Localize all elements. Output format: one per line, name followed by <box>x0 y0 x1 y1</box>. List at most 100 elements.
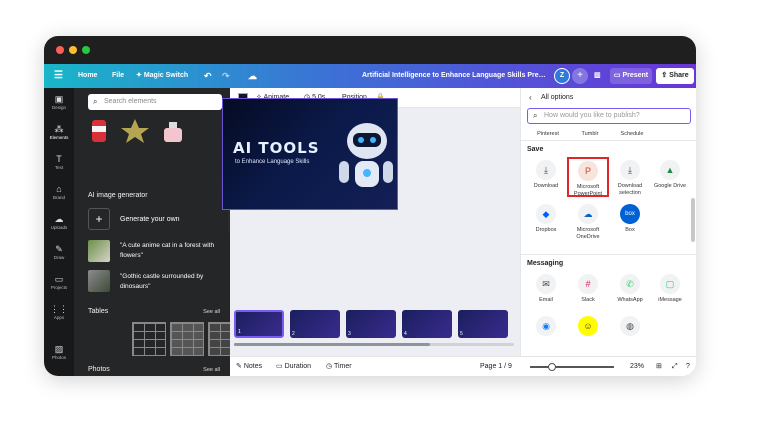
table-thumbnail[interactable] <box>132 322 166 356</box>
download-option[interactable]: ⤓ Download <box>525 160 567 190</box>
file-menu[interactable]: File <box>112 64 124 88</box>
tumblr-option[interactable]: Tumblr <box>569 128 611 138</box>
sticker-soda-can[interactable] <box>82 118 116 144</box>
redo-icon[interactable]: ↷ <box>222 64 230 88</box>
timer-icon: ◷ <box>326 363 334 370</box>
thumbnail-scrollbar[interactable] <box>234 343 514 346</box>
google-drive-option[interactable]: ▲ Google Drive <box>649 160 691 190</box>
slide-canvas[interactable]: AI TOOLS to Enhance Language Skills <box>222 98 398 210</box>
photos-see-all-link[interactable]: See all <box>203 367 220 373</box>
generate-plus-button[interactable]: + <box>88 208 110 230</box>
search-elements-input[interactable]: ⌕ Search elements <box>88 94 222 110</box>
fullscreen-icon[interactable]: ⤢ <box>672 357 678 376</box>
tables-see-all-link[interactable]: See all <box>203 309 220 315</box>
publish-search-placeholder: How would you like to publish? <box>544 112 640 119</box>
option-label: Pinterest <box>537 131 559 137</box>
publish-scrollbar[interactable] <box>691 198 695 242</box>
slide-thumbnail[interactable]: 1 <box>234 310 284 338</box>
more-messaging-option[interactable]: ◍ <box>609 316 651 336</box>
sticker-star[interactable] <box>118 118 152 144</box>
present-button[interactable]: ▭ Present <box>610 68 652 84</box>
schedule-option[interactable]: Schedule <box>611 128 653 138</box>
back-icon[interactable]: ‹ <box>529 93 532 102</box>
option-label: Email <box>539 297 553 303</box>
rail-apps[interactable]: ⋮⋮ Apps <box>44 304 74 320</box>
onedrive-option[interactable]: ☁ Microsoft OneDrive <box>567 204 609 241</box>
slide-thumbnail[interactable]: 4 <box>402 310 452 338</box>
minimize-window-button[interactable] <box>69 46 77 54</box>
divider <box>521 254 696 255</box>
whatsapp-option[interactable]: ✆ WhatsApp <box>609 274 651 304</box>
menu-icon[interactable]: ☰ <box>54 64 63 88</box>
share-button[interactable]: ⇪ Share <box>656 68 694 84</box>
snapchat-option[interactable]: ☺ <box>567 316 609 336</box>
zoom-slider-handle[interactable] <box>548 363 556 371</box>
imessage-option[interactable]: ▢ iMessage <box>649 274 691 304</box>
slide-title[interactable]: AI TOOLS <box>233 139 320 157</box>
maximize-window-button[interactable] <box>82 46 90 54</box>
undo-icon[interactable]: ↶ <box>204 64 212 88</box>
slack-option[interactable]: # Slack <box>567 274 609 304</box>
help-icon[interactable]: ? <box>686 357 690 376</box>
rail-elements[interactable]: ⁂ Elements <box>44 124 74 140</box>
cloud-save-icon[interactable]: ☁ <box>248 64 257 88</box>
rail-label: Design <box>51 105 66 110</box>
slide-thumbnail[interactable]: 5 <box>458 310 508 338</box>
folder-icon: ▭ <box>54 274 64 284</box>
email-option[interactable]: ✉ Email <box>525 274 567 304</box>
ai-prompt-castle[interactable]: "Gothic castle surrounded by dinosaurs" <box>120 272 224 292</box>
rail-uploads[interactable]: ☁ Uploads <box>44 214 74 230</box>
option-label: Google Drive <box>653 183 687 189</box>
snapchat-icon: ☺ <box>578 316 598 336</box>
rail-draw[interactable]: ✎ Draw <box>44 244 74 260</box>
add-collaborator-button[interactable]: + <box>572 68 588 84</box>
magic-switch-button[interactable]: ✦ Magic Switch <box>136 64 188 88</box>
rail-text[interactable]: T Text <box>44 154 74 170</box>
publish-panel: ‹ All options ⌕ How would you like to pu… <box>520 88 696 356</box>
notes-button[interactable]: ✎ Notes <box>236 357 262 376</box>
pinterest-option[interactable]: Pinterest <box>527 128 569 138</box>
duration-label: Duration <box>284 363 312 370</box>
sticker-perfume[interactable] <box>156 118 190 144</box>
publish-search-input[interactable]: ⌕ How would you like to publish? <box>527 108 691 124</box>
bottom-bar: ✎ Notes ▭ Duration ◷ Timer Page 1 / 9 23… <box>230 356 696 376</box>
table-thumbnail[interactable] <box>170 322 204 356</box>
elements-panel: ⌕ Search elements AI image generator + G… <box>74 88 242 376</box>
close-window-button[interactable] <box>56 46 64 54</box>
onedrive-icon: ☁ <box>578 204 598 224</box>
document-title[interactable]: Artificial Intelligence to Enhance Langu… <box>362 64 548 88</box>
zoom-level[interactable]: 23% <box>630 357 644 376</box>
chat-icon: ◍ <box>620 316 640 336</box>
duration-toggle[interactable]: ▭ Duration <box>276 357 311 376</box>
slide-thumbnail[interactable]: 2 <box>290 310 340 338</box>
shapes-icon: ⁂ <box>54 124 64 134</box>
grid-view-icon[interactable]: ⊞ <box>656 357 662 376</box>
slide-subtitle[interactable]: to Enhance Language Skills <box>235 159 309 165</box>
upload-icon: ☁ <box>54 214 64 224</box>
zoom-slider[interactable] <box>530 366 614 368</box>
home-button[interactable]: Home <box>78 64 97 88</box>
ai-sample-cat-thumbnail[interactable] <box>88 240 110 262</box>
download-selection-option[interactable]: ⤓ Download selection <box>609 160 651 197</box>
magic-icon: ✦ <box>136 72 144 79</box>
rail-brand[interactable]: ⌂ Brand <box>44 184 74 200</box>
page-indicator[interactable]: Page 1 / 9 <box>480 357 512 376</box>
box-option[interactable]: box Box <box>609 204 651 234</box>
slide-thumbnail[interactable]: 3 <box>346 310 396 338</box>
ai-prompt-cat[interactable]: "A cute anime cat in a forest with flowe… <box>120 241 224 261</box>
rail-projects[interactable]: ▭ Projects <box>44 274 74 290</box>
brand-icon: ⌂ <box>56 184 62 194</box>
generate-your-own[interactable]: Generate your own <box>120 216 180 223</box>
avatar[interactable]: Z <box>554 68 570 84</box>
rail-label: Text <box>54 165 64 170</box>
robot-illustration <box>339 123 393 187</box>
timer-button[interactable]: ◷ Timer <box>326 357 352 376</box>
rail-photos[interactable]: ▨ Photos <box>44 344 74 360</box>
ai-sample-castle-thumbnail[interactable] <box>88 270 110 292</box>
dropbox-option[interactable]: ◆ Dropbox <box>525 204 567 234</box>
rail-design[interactable]: ▣ Design <box>44 94 74 110</box>
text-icon: T <box>56 154 62 164</box>
analytics-icon[interactable]: ▥ <box>594 64 601 88</box>
messenger-option[interactable]: ◉ <box>525 316 567 336</box>
microsoft-powerpoint-option[interactable]: P Microsoft PowerPoint <box>567 157 609 197</box>
